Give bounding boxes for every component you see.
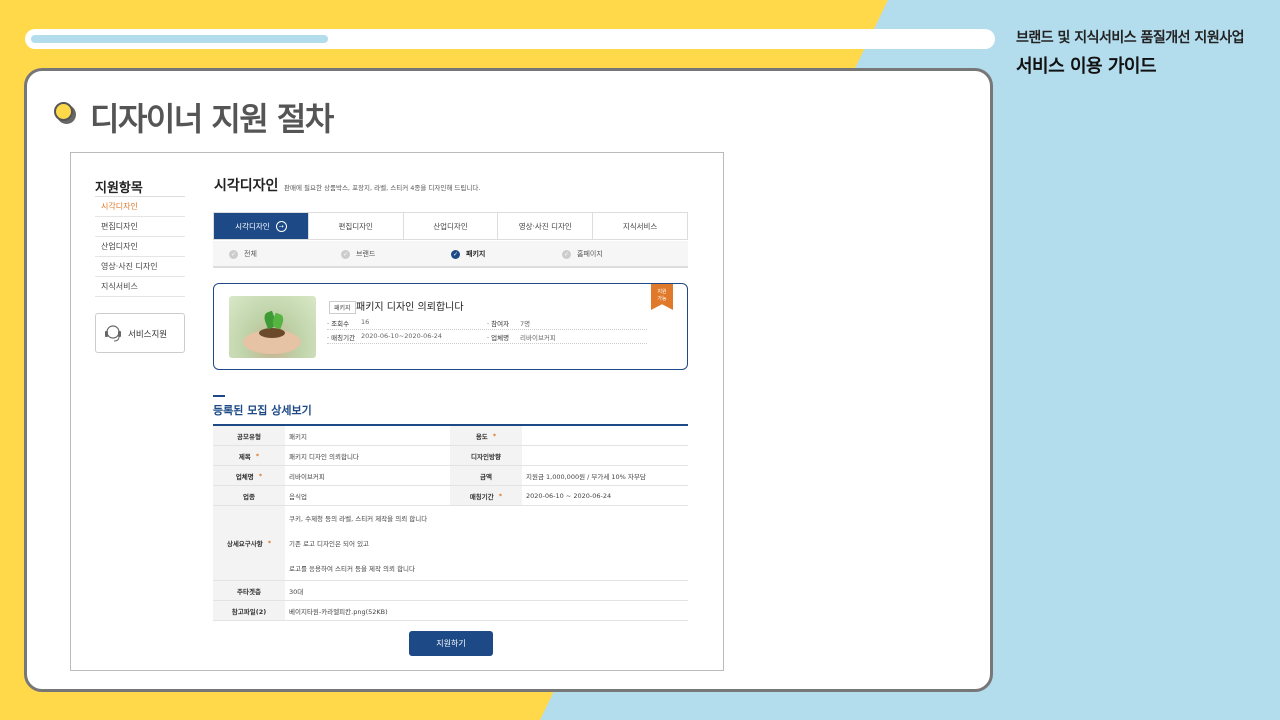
service-support-button[interactable]: 서비스지원 bbox=[95, 313, 185, 353]
field-label: 공모유형 bbox=[237, 432, 261, 441]
applicants-value: 7명 bbox=[520, 320, 531, 328]
listing-meta-row: · 조회수 16 · 참여자 7명 bbox=[327, 316, 647, 330]
tab-knowledge-service[interactable]: 지식서비스 bbox=[593, 213, 687, 239]
field-value: 지원금 1,000,000원 / 부가세 10% 자부담 bbox=[526, 472, 646, 481]
guide-subtitle: 브랜드 및 지식서비스 품질개선 지원사업 bbox=[1016, 30, 1244, 46]
field-label: 참고파일(2) bbox=[231, 607, 267, 616]
detail-table: 공모유형 패키지 용도 * 제목 * 패키지 디자인 의뢰합니다 디자인방향 업체명… bbox=[213, 424, 688, 621]
required-mark: * bbox=[258, 471, 263, 480]
subtab-all[interactable]: ✓ 전체 bbox=[229, 249, 257, 259]
service-support-label: 서비스지원 bbox=[128, 330, 168, 340]
table-row: 상세요구사항 * 쿠키, 수제청 등의 라벨, 스티커 제작을 의뢰 합니다 기존… bbox=[213, 506, 688, 581]
check-icon: ✓ bbox=[229, 249, 238, 259]
views-label: 조회수 bbox=[331, 320, 350, 328]
subtab-label: 브랜드 bbox=[356, 250, 376, 258]
listing-title: 패키지 디자인 의뢰합니다 bbox=[356, 302, 464, 313]
tab-label: 시각디자인 bbox=[235, 221, 270, 231]
headset-icon bbox=[105, 325, 121, 342]
field-label: 매칭기간 bbox=[469, 492, 494, 501]
title-bullet-icon bbox=[54, 102, 76, 124]
page-heading: 시각디자인 bbox=[214, 178, 279, 194]
field-label: 업체명 bbox=[235, 472, 254, 481]
field-value: 음식업 bbox=[289, 492, 307, 501]
requirement-line: 쿠키, 수제청 등의 라벨, 스티커 제작을 의뢰 합니다 bbox=[289, 515, 428, 523]
company-value: 리바이브커피 bbox=[520, 334, 556, 342]
field-value: 2020-06-10 ~ 2020-06-24 bbox=[526, 491, 612, 500]
applicants-label: 참여자 bbox=[491, 320, 510, 328]
listing-card[interactable]: 패키지 패키지 디자인 의뢰합니다 · 조회수 16 · 참여자 7명 · 매칭… bbox=[213, 283, 688, 370]
requirements-text: 쿠키, 수제청 등의 라벨, 스티커 제작을 의뢰 합니다 기존 로고 디자인은… bbox=[289, 506, 427, 580]
category-tabs: 시각디자인 → 편집디자인 산업디자인 영상·사진 디자인 지식서비스 bbox=[213, 212, 688, 240]
field-label: 금액 bbox=[480, 472, 492, 481]
page-description: 판매에 필요한 상품박스, 포장지, 라벨, 스티커 4종을 디자인해 드립니다… bbox=[284, 184, 481, 192]
required-mark: * bbox=[492, 431, 497, 440]
subtab-homepage[interactable]: ✓ 홈페이지 bbox=[562, 249, 603, 259]
field-value: 리바이브커피 bbox=[289, 472, 325, 481]
field-label: 상세요구사항 bbox=[226, 540, 263, 548]
sidebar-item-editorial-design[interactable]: 편집디자인 bbox=[95, 217, 185, 237]
check-icon: ✓ bbox=[451, 249, 460, 259]
field-label: 디자인방향 bbox=[471, 452, 501, 461]
required-mark: * bbox=[255, 451, 260, 460]
table-row: 주타겟층 30대 bbox=[213, 581, 688, 601]
field-label: 제목 bbox=[238, 452, 251, 461]
sidebar-heading: 지원항목 bbox=[95, 181, 143, 196]
apply-button[interactable]: 지원하기 bbox=[409, 631, 493, 656]
field-label: 용도 bbox=[475, 432, 488, 441]
subtab-label: 홈페이지 bbox=[577, 250, 603, 258]
ribbon-line: 가능 bbox=[657, 296, 667, 302]
available-ribbon: 지원 가능 bbox=[651, 284, 673, 310]
tab-industrial-design[interactable]: 산업디자인 bbox=[404, 213, 499, 239]
company-label: 업체명 bbox=[491, 334, 510, 342]
tab-visual-design[interactable]: 시각디자인 → bbox=[214, 213, 309, 239]
table-row: 업체명 * 리바이브커피 금액 지원금 1,000,000원 / 부가세 10% … bbox=[213, 466, 688, 486]
field-label: 주타겟층 bbox=[237, 587, 261, 596]
category-tag: 패키지 bbox=[329, 301, 356, 314]
listing-meta-row: · 매칭기간 2020-06-10~2020-06-24 · 업체명 리바이브커… bbox=[327, 330, 647, 344]
sidebar-item-video-photo-design[interactable]: 영상·사진 디자인 bbox=[95, 257, 185, 277]
check-icon: ✓ bbox=[341, 249, 350, 259]
attachment-link[interactable]: 베이지타원-카라멜피칸.png(52KB) bbox=[289, 601, 388, 620]
table-row: 공모유형 패키지 용도 * bbox=[213, 426, 688, 446]
section-title: 디자이너 지원 절차 bbox=[90, 100, 334, 138]
arrow-right-icon: → bbox=[275, 220, 287, 232]
required-mark: * bbox=[267, 539, 272, 547]
ribbon-line: 지원 bbox=[657, 289, 667, 295]
progress-fill bbox=[31, 35, 328, 43]
field-value: 패키지 디자인 의뢰합니다 bbox=[289, 452, 359, 461]
detail-heading: 등록된 모집 상세보기 bbox=[213, 404, 312, 417]
subtab-package[interactable]: ✓ 패키지 bbox=[451, 249, 485, 259]
period-label: 매칭기간 bbox=[331, 334, 356, 342]
listing-thumbnail bbox=[229, 296, 316, 358]
field-value: 30대 bbox=[289, 587, 304, 596]
heading-accent-bar bbox=[213, 395, 225, 397]
progress-bar bbox=[25, 29, 995, 49]
sidebar-menu: 시각디자인 편집디자인 산업디자인 영상·사진 디자인 지식서비스 bbox=[95, 196, 185, 297]
guide-title: 서비스 이용 가이드 bbox=[1016, 56, 1157, 77]
field-label: 업종 bbox=[243, 492, 255, 501]
period-value: 2020-06-10~2020-06-24 bbox=[361, 332, 442, 340]
field-value: 패키지 bbox=[289, 432, 307, 441]
check-icon: ✓ bbox=[562, 249, 571, 259]
tab-editorial-design[interactable]: 편집디자인 bbox=[309, 213, 404, 239]
table-row: 참고파일(2) 베이지타원-카라멜피칸.png(52KB) bbox=[213, 601, 688, 621]
table-row: 제목 * 패키지 디자인 의뢰합니다 디자인방향 bbox=[213, 446, 688, 466]
sidebar-item-knowledge-service[interactable]: 지식서비스 bbox=[95, 277, 185, 297]
subtab-label: 패키지 bbox=[466, 250, 486, 258]
subtab-brand[interactable]: ✓ 브랜드 bbox=[341, 249, 375, 259]
table-row: 업종 음식업 매칭기간 * 2020-06-10 ~ 2020-06-24 bbox=[213, 486, 688, 506]
sidebar-item-visual-design[interactable]: 시각디자인 bbox=[95, 197, 185, 217]
subtab-label: 전체 bbox=[244, 250, 257, 258]
requirement-line: 기존 로고 디자인은 되어 있고 bbox=[289, 540, 370, 548]
website-screenshot: 지원항목 시각디자인 편집디자인 산업디자인 영상·사진 디자인 지식서비스 서… bbox=[70, 152, 724, 671]
requirement-line: 로고를 응용하여 스티커 등을 제작 의뢰 합니다 bbox=[289, 565, 416, 573]
subcategory-filter: ✓ 전체 ✓ 브랜드 ✓ 패키지 ✓ 홈페이지 bbox=[213, 241, 688, 268]
views-value: 16 bbox=[361, 318, 370, 326]
sidebar-item-industrial-design[interactable]: 산업디자인 bbox=[95, 237, 185, 257]
tab-video-photo-design[interactable]: 영상·사진 디자인 bbox=[498, 213, 594, 239]
required-mark: * bbox=[498, 491, 503, 500]
